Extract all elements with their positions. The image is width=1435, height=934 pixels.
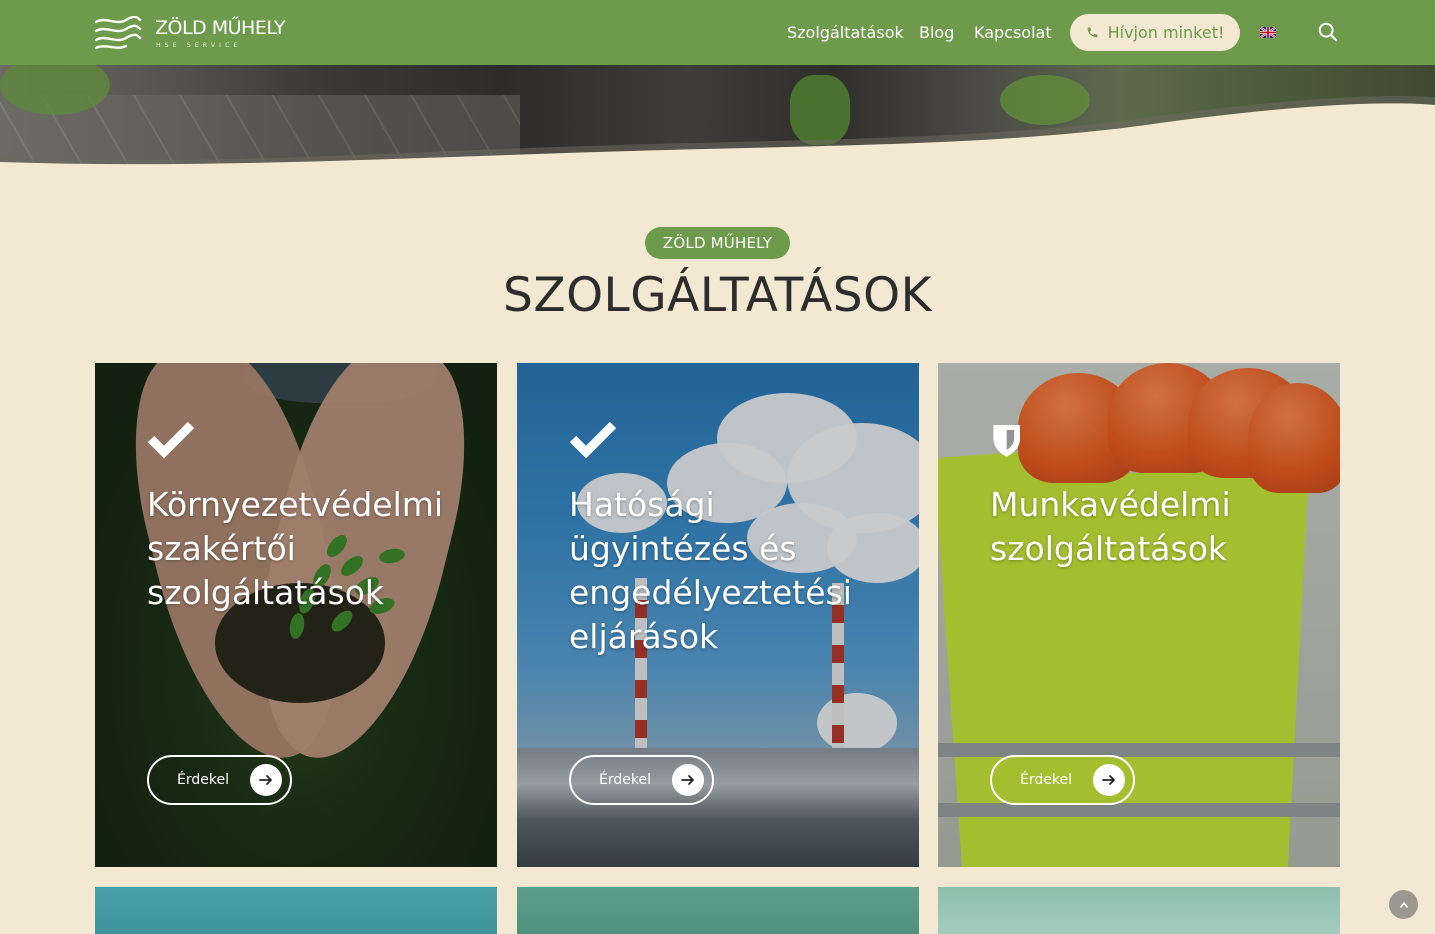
check-icon: [147, 421, 195, 459]
service-card[interactable]: [938, 887, 1340, 934]
call-us-label: Hívjon minket!: [1107, 23, 1225, 42]
section-title: SZOLGÁLTATÁSOK: [503, 268, 932, 323]
nav-link-label[interactable]: Szolgáltatások: [787, 23, 904, 42]
call-us-button[interactable]: Hívjon minket!: [1070, 14, 1240, 51]
arrow-right-icon: [1093, 764, 1125, 796]
service-card-workplace-safety[interactable]: Munkavédelmi szolgáltatások Érdekel: [938, 363, 1340, 867]
logo-tagline: HSE SERVICE: [156, 42, 242, 49]
hero-image-strip: [0, 65, 1435, 170]
service-card[interactable]: [517, 887, 919, 934]
nav-item-szolgaltatasok[interactable]: Szolgáltatások: [787, 0, 904, 65]
nav-link-label[interactable]: Kapcsolat: [974, 23, 1052, 42]
search-icon[interactable]: [1317, 21, 1339, 43]
shield-icon: [993, 425, 1020, 457]
chevron-up-icon: [1399, 901, 1408, 908]
logo-name: ZÖLD MŰHELY: [155, 17, 286, 39]
card-title: Környezetvédelmi szakértői szolgáltatáso…: [147, 485, 444, 612]
arrow-right-icon: [672, 764, 704, 796]
nav-link-label[interactable]: Blog: [919, 23, 954, 42]
phone-icon: [1087, 27, 1097, 38]
service-card-permits[interactable]: Hatósági ügyintézés és engedélyeztetési …: [517, 363, 919, 867]
waves-logo-icon: [94, 16, 142, 50]
card-title: Hatósági ügyintézés és engedélyeztetési …: [569, 485, 852, 656]
scroll-to-top-button[interactable]: [1389, 890, 1418, 919]
service-card-environmental[interactable]: Környezetvédelmi szakértői szolgáltatáso…: [95, 363, 497, 867]
site-header: ZÖLD MŰHELY HSE SERVICE Szolgáltatások B…: [0, 0, 1435, 65]
interested-button[interactable]: Érdekel: [147, 755, 292, 805]
hero-wave-divider: [0, 95, 1435, 170]
interested-button[interactable]: Érdekel: [990, 755, 1135, 805]
nav-item-blog[interactable]: Blog: [919, 0, 954, 65]
nav-item-kapcsolat[interactable]: Kapcsolat: [974, 0, 1052, 65]
interested-label: Érdekel: [599, 772, 651, 788]
interested-label: Érdekel: [1020, 772, 1072, 788]
card-title: Munkavédelmi szolgáltatások: [990, 485, 1231, 568]
section-badge: ZÖLD MŰHELY: [645, 227, 790, 259]
uk-flag-icon[interactable]: [1260, 27, 1276, 38]
interested-button[interactable]: Érdekel: [569, 755, 714, 805]
arrow-right-icon: [250, 764, 282, 796]
logo[interactable]: ZÖLD MŰHELY HSE SERVICE: [94, 14, 314, 54]
interested-label: Érdekel: [177, 772, 229, 788]
service-card[interactable]: [95, 887, 497, 934]
check-icon: [569, 421, 617, 459]
